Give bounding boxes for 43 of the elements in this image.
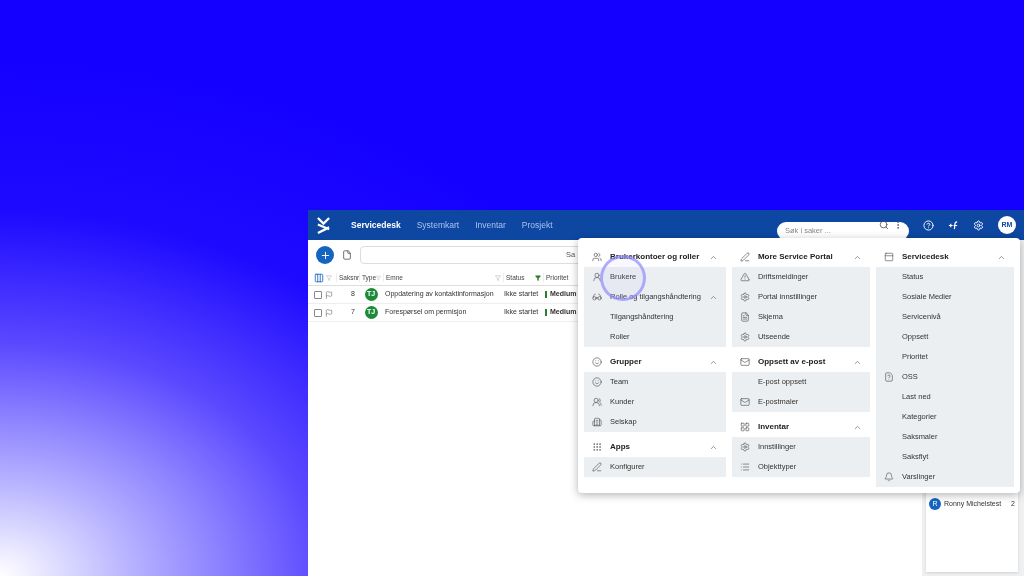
settings-icon (739, 292, 750, 302)
window-icon (883, 252, 894, 262)
glasses-icon (592, 292, 602, 302)
help-document-icon (883, 372, 894, 382)
menu-section-title[interactable]: Brukerkontoer og roller (610, 251, 700, 263)
plus-icon (319, 249, 331, 261)
document-icon[interactable] (342, 250, 352, 260)
document-icon (739, 312, 750, 322)
users-icon (592, 252, 602, 262)
smiley-icon (592, 357, 602, 367)
add-button[interactable] (316, 246, 334, 264)
pen-icon (592, 462, 602, 472)
menu-section-title[interactable]: Inventar (757, 421, 790, 433)
bell-icon (883, 472, 894, 482)
plus-f-icon[interactable] (948, 219, 959, 231)
settings-icon (739, 332, 750, 342)
menu-section-title[interactable]: Servicedesk (901, 251, 949, 263)
nav-tab[interactable]: Prosjekt (521, 218, 553, 232)
people-icon (592, 397, 602, 407)
mail-icon (739, 357, 750, 367)
search-icon[interactable] (879, 220, 889, 230)
help-icon[interactable] (923, 219, 934, 231)
columns-icon[interactable] (314, 272, 324, 283)
settings-icon[interactable] (973, 219, 984, 231)
nav-tab[interactable]: Inventar (475, 218, 506, 232)
menu-section-title[interactable]: Oppsett av e-post (757, 356, 826, 368)
list-icon (739, 462, 750, 472)
grid-icon (739, 422, 750, 432)
building-icon (592, 417, 602, 427)
smiley-icon (592, 377, 602, 387)
nav-tab[interactable]: Systemkart (416, 218, 460, 232)
menu-section-title[interactable]: Grupper (610, 356, 642, 368)
nav-tab[interactable]: Servicedesk (351, 218, 401, 232)
menu-section-title[interactable]: More Service Portal (757, 251, 833, 263)
row-checkbox[interactable] (314, 308, 322, 317)
menu-section-title[interactable]: Apps (610, 441, 630, 453)
apps-grid-icon (592, 442, 602, 452)
mail-icon (739, 397, 750, 407)
warning-icon (739, 272, 750, 282)
settings-icon (739, 442, 750, 452)
user-icon (592, 272, 602, 282)
row-checkbox[interactable] (314, 290, 322, 299)
filter-icon[interactable] (535, 274, 541, 281)
